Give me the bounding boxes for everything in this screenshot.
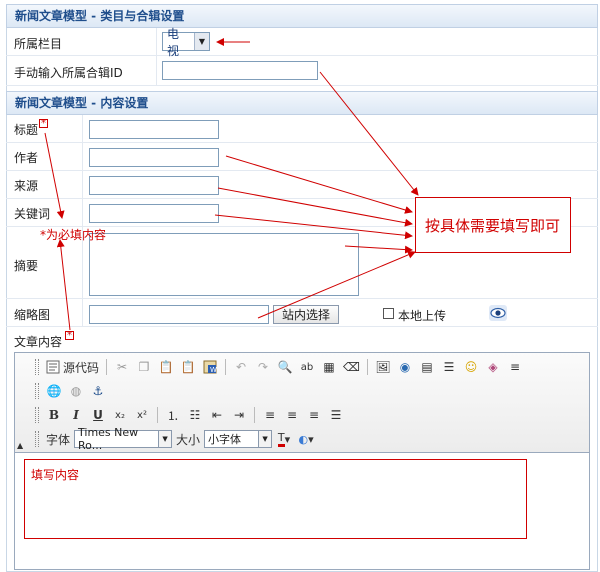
- toolbar-row-1: 源代码 ✂ ❐ 📋 📋 W ↶ ↷ 🔍 ab ▦ ⌫ 🖼 ◉ ▤ ☰ ☺ ◈ ≡: [35, 356, 525, 378]
- superscript-button[interactable]: x²: [132, 405, 152, 425]
- copy-icon[interactable]: ❐: [134, 357, 154, 377]
- preview-eye-icon[interactable]: [489, 305, 507, 321]
- ordered-list-icon[interactable]: ⒈: [163, 405, 183, 425]
- section-header-category: 新闻文章模型 - 类目与合辑设置: [6, 4, 598, 28]
- smiley-icon[interactable]: ☺: [461, 357, 481, 377]
- table-icon[interactable]: ▤: [417, 357, 437, 377]
- row-thumbnail: 缩略图 站内选择 本地上传: [6, 299, 598, 327]
- fill-note-box: 按具体需要填写即可: [415, 197, 571, 253]
- chevron-down-icon: ▼: [194, 33, 209, 50]
- svg-text:W: W: [210, 366, 217, 374]
- content-note-box: 填写内容: [24, 459, 527, 539]
- underline-button[interactable]: U: [88, 405, 108, 425]
- source-code-icon: [46, 360, 60, 374]
- toolbar-row-3: B I U x₂ x² ⒈ ☷ ⇤ ⇥ ≡ ≡ ≡ ☰: [35, 404, 346, 426]
- album-id-input[interactable]: [162, 61, 318, 80]
- font-select[interactable]: Times New Ro... ▼: [74, 426, 173, 452]
- chevron-down-icon: ▼: [258, 431, 272, 447]
- required-mark-title: *: [39, 118, 48, 129]
- select-all-icon[interactable]: ▦: [319, 357, 339, 377]
- thumbnail-input[interactable]: [89, 305, 269, 324]
- author-label: 作者: [14, 151, 39, 165]
- paste-text-icon[interactable]: 📋: [178, 357, 198, 377]
- content-note: 填写内容: [31, 468, 80, 482]
- required-note: *为必填内容: [40, 228, 107, 242]
- category-label: 所属栏目: [14, 37, 63, 51]
- row-source: 来源: [6, 171, 598, 199]
- redo-icon[interactable]: ↷: [253, 357, 273, 377]
- outdent-icon[interactable]: ⇤: [207, 405, 227, 425]
- paste-word-icon[interactable]: W: [200, 357, 220, 377]
- image-icon[interactable]: 🖼: [373, 357, 393, 377]
- summary-label: 摘要: [14, 259, 39, 273]
- chevron-down-icon: ▼: [158, 431, 172, 447]
- title-input[interactable]: [89, 120, 219, 139]
- align-justify-icon[interactable]: ☰: [326, 405, 346, 425]
- section-header-content: 新闻文章模型 - 内容设置: [6, 91, 598, 115]
- unlink-icon[interactable]: ◍: [66, 381, 86, 401]
- subscript-button[interactable]: x₂: [110, 405, 130, 425]
- section-title-content: 新闻文章模型 - 内容设置: [15, 96, 149, 110]
- size-label: 大小: [176, 432, 201, 447]
- content-label: 文章内容: [14, 335, 63, 349]
- size-select[interactable]: 小字体 ▼: [204, 430, 273, 448]
- thumbnail-label: 缩略图: [14, 308, 51, 322]
- row-album: 手动输入所属合辑ID: [6, 56, 598, 86]
- source-label: 来源: [14, 179, 39, 193]
- background-color-icon[interactable]: ◐ ▾: [296, 429, 316, 449]
- row-content: 文章内容 *: [6, 327, 598, 351]
- source-input[interactable]: [89, 176, 219, 195]
- special-char-icon[interactable]: ◈: [483, 357, 503, 377]
- remove-format-icon[interactable]: ⌫: [341, 357, 362, 377]
- author-input[interactable]: [89, 148, 219, 167]
- unordered-list-icon[interactable]: ☷: [185, 405, 205, 425]
- align-right-icon[interactable]: ≡: [304, 405, 324, 425]
- cut-icon[interactable]: ✂: [112, 357, 132, 377]
- title-label: 标题: [14, 123, 39, 137]
- row-category: 所属栏目 电视 ▼: [6, 27, 598, 58]
- paste-icon[interactable]: 📋: [156, 357, 176, 377]
- required-mark-content: *: [65, 330, 74, 341]
- keywords-label: 关键词: [14, 207, 51, 221]
- flash-icon[interactable]: ◉: [395, 357, 415, 377]
- local-upload-label: 本地上传: [398, 309, 447, 323]
- replace-icon[interactable]: ab: [297, 357, 317, 377]
- align-center-icon[interactable]: ≡: [282, 405, 302, 425]
- album-label: 手动输入所属合辑ID: [14, 66, 123, 80]
- page-break-icon[interactable]: ≡: [505, 357, 525, 377]
- summary-textarea[interactable]: [89, 233, 359, 296]
- editor-toolbar: 源代码 ✂ ❐ 📋 📋 W ↶ ↷ 🔍 ab ▦ ⌫ 🖼 ◉ ▤ ☰ ☺ ◈ ≡: [15, 353, 589, 453]
- undo-icon[interactable]: ↶: [231, 357, 251, 377]
- toolbar-row-2: 🌐 ◍ ⚓: [35, 380, 108, 402]
- horizontal-rule-icon[interactable]: ☰: [439, 357, 459, 377]
- fill-note: 按具体需要填写即可: [425, 217, 561, 235]
- link-icon[interactable]: 🌐: [44, 381, 64, 401]
- category-select-value: 电视: [167, 26, 180, 58]
- row-author: 作者: [6, 143, 598, 171]
- bold-button[interactable]: B: [44, 405, 64, 425]
- align-left-icon[interactable]: ≡: [260, 405, 280, 425]
- row-title: 标题 *: [6, 115, 598, 143]
- text-color-icon[interactable]: T ▾: [274, 429, 294, 449]
- italic-button[interactable]: I: [66, 405, 86, 425]
- source-code-button[interactable]: 源代码: [44, 357, 101, 377]
- font-label: 字体: [46, 432, 71, 447]
- indent-icon[interactable]: ⇥: [229, 405, 249, 425]
- site-select-button[interactable]: 站内选择: [273, 305, 339, 324]
- toolbar-row-4: 字体 Times New Ro... ▼ 大小 小字体 ▼ T ▾ ◐ ▾: [35, 426, 316, 452]
- find-icon[interactable]: 🔍: [275, 357, 295, 377]
- anchor-icon[interactable]: ⚓: [88, 381, 108, 401]
- local-upload-checkbox[interactable]: [383, 308, 394, 319]
- section-title-category: 新闻文章模型 - 类目与合辑设置: [15, 9, 185, 23]
- collapse-toolbar-icon[interactable]: ▲: [17, 441, 23, 450]
- keywords-input[interactable]: [89, 204, 219, 223]
- category-select[interactable]: 电视 ▼: [162, 27, 210, 58]
